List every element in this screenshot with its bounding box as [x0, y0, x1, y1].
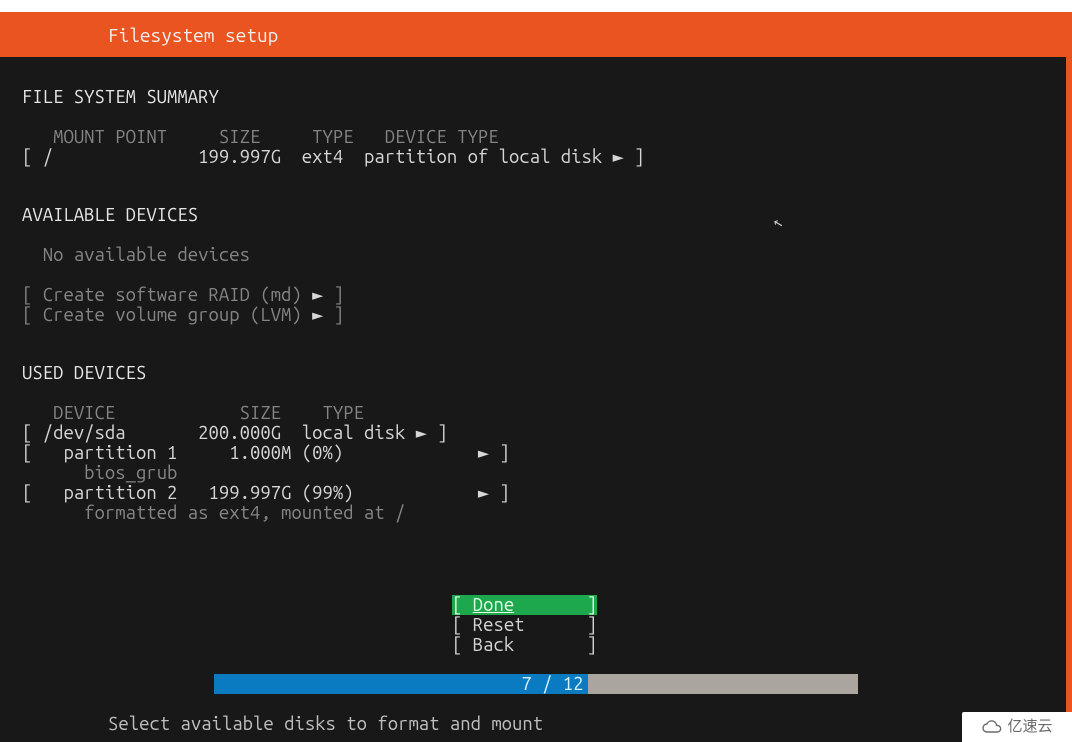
used-header-row: DEVICE SIZE TYPE — [22, 403, 364, 423]
chevron-right-icon: ► — [312, 305, 323, 325]
watermark: 亿速云 — [962, 712, 1072, 742]
used-table: DEVICE SIZE TYPE [ /dev/sda 200.000G loc… — [22, 403, 1050, 523]
create-raid-label: Create software RAID (md) — [43, 285, 302, 305]
help-text: Select available disks to format and mou… — [108, 714, 543, 734]
col-size: SIZE — [219, 127, 260, 147]
back-label: Back — [473, 635, 514, 655]
col-type: TYPE — [312, 127, 353, 147]
back-button[interactable]: [ Back ] — [452, 635, 597, 655]
create-raid-button[interactable]: [ Create software RAID (md) ► ] — [22, 285, 344, 305]
chevron-right-icon: ► — [478, 443, 489, 463]
col-type2: TYPE — [323, 403, 364, 423]
available-block: No available devices [ Create software R… — [22, 245, 1050, 325]
available-none: No available devices — [22, 245, 250, 265]
chevron-right-icon: ► — [613, 147, 624, 167]
fs-mount: / — [43, 147, 53, 167]
available-none-text: No available devices — [43, 245, 250, 265]
used-part2-row[interactable]: [ partition 2 199.997G (99%) ► ] — [22, 483, 510, 503]
fs-dtype: partition of local disk — [364, 147, 602, 167]
used-part1-row[interactable]: [ partition 1 1.000M (0%) ► ] — [22, 443, 510, 463]
create-lvm-button[interactable]: [ Create volume group (LVM) ► ] — [22, 305, 344, 325]
part1-size: 1.000M — [229, 443, 291, 463]
chevron-right-icon: ► — [478, 483, 489, 503]
part2-size: 199.997G — [209, 483, 292, 503]
right-stripe — [1066, 12, 1072, 712]
part1-pct: (0%) — [302, 443, 343, 463]
used-part2-desc: formatted as ext4, mounted at / — [22, 503, 405, 523]
chevron-right-icon: ► — [312, 285, 323, 305]
part1-name: partition 1 — [63, 443, 177, 463]
create-lvm-label: Create volume group (LVM) — [43, 305, 302, 325]
cloud-icon — [981, 719, 1003, 735]
used-disk-row[interactable]: [ /dev/sda 200.000G local disk ► ] — [22, 423, 448, 443]
part2-desc: formatted as ext4, mounted at / — [84, 503, 405, 523]
reset-button[interactable]: [ Reset ] — [452, 615, 597, 635]
fs-type: ext4 — [302, 147, 343, 167]
col-dtype: DEVICE TYPE — [385, 127, 499, 147]
progress-bar: 7 / 12 — [214, 674, 858, 694]
done-label: Done — [473, 595, 514, 615]
fs-size: 199.997G — [198, 147, 281, 167]
available-heading: AVAILABLE DEVICES — [22, 205, 1050, 225]
used-part1-desc: bios_grub — [22, 463, 177, 483]
fs-summary-row[interactable]: [ / 199.997G ext4 partition of local dis… — [22, 147, 645, 167]
part1-desc: bios_grub — [84, 463, 177, 483]
disk-type: local disk — [302, 423, 406, 443]
used-heading: USED DEVICES — [22, 363, 1050, 383]
disk-name: /dev/sda — [43, 423, 126, 443]
watermark-text: 亿速云 — [1007, 717, 1052, 737]
fs-summary-heading: FILE SYSTEM SUMMARY — [22, 87, 1050, 107]
part2-name: partition 2 — [63, 483, 177, 503]
fs-summary-table: MOUNT POINT SIZE TYPE DEVICE TYPE [ / 19… — [22, 127, 1050, 167]
disk-size: 200.000G — [198, 423, 281, 443]
button-group: [ Done ] [ Reset ] [ Back ] — [452, 595, 597, 655]
done-button[interactable]: [ Done ] — [452, 595, 597, 615]
top-gap — [0, 0, 1072, 12]
col-device: DEVICE — [53, 403, 115, 423]
col-size2: SIZE — [240, 403, 281, 423]
page-title: Filesystem setup — [108, 25, 278, 45]
progress-text: 7 / 12 — [521, 674, 583, 694]
progress-fill: 7 / 12 — [214, 674, 588, 694]
content-area: FILE SYSTEM SUMMARY MOUNT POINT SIZE TYP… — [0, 57, 1072, 523]
chevron-right-icon: ► — [416, 423, 427, 443]
reset-label: Reset — [473, 615, 525, 635]
fs-summary-header-row: MOUNT POINT SIZE TYPE DEVICE TYPE — [22, 127, 499, 147]
installer-header: Filesystem setup — [0, 12, 1072, 57]
col-mount: MOUNT POINT — [53, 127, 167, 147]
part2-pct: (99%) — [302, 483, 354, 503]
